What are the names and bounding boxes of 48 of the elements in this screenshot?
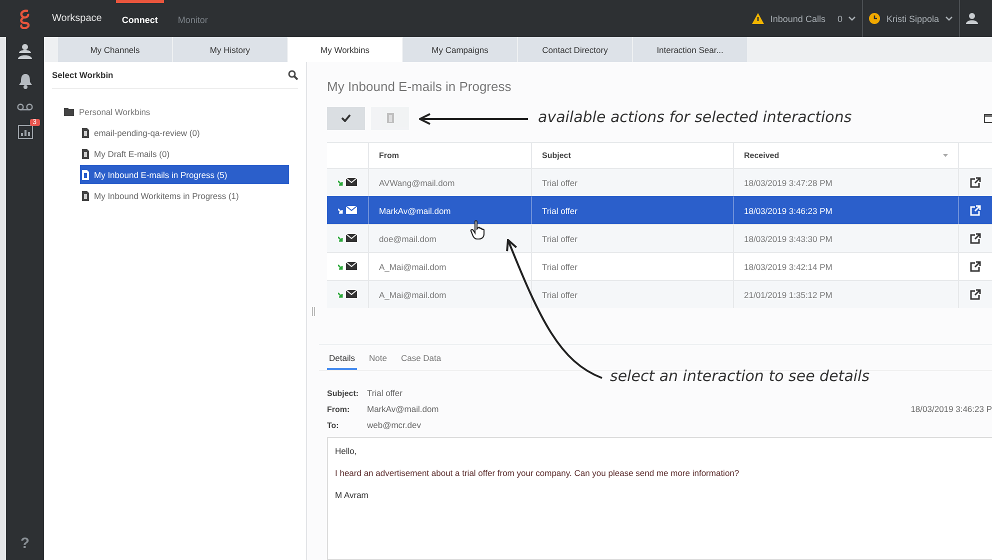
field-value: MarkAv@mail.dom [367, 404, 439, 414]
table-cell: 18/03/2019 3:46:23 PM [733, 196, 958, 224]
detail-tab[interactable]: Details [327, 349, 357, 370]
table-cell: AVWang@mail.dom [368, 168, 531, 196]
annotation-text: select an interaction to see details [610, 367, 870, 385]
table-cell: Trial offer [531, 280, 733, 308]
tab[interactable]: My Campaigns [403, 37, 518, 62]
workbin-title: My Inbound E-mails in Progress [326, 78, 512, 96]
annotation-text: available actions for selected interactions [538, 108, 852, 126]
received-date: 18/03/2019 3:46:23 P [910, 404, 992, 414]
tab[interactable]: My History [173, 37, 288, 62]
table-cell: 18/03/2019 3:43:30 PM [733, 224, 958, 252]
message-paragraph: M Avram [335, 490, 370, 500]
tab[interactable]: My Workbins [288, 37, 403, 62]
table-cell: A_Mai@mail.dom [368, 280, 531, 308]
table-cell: Trial offer [531, 196, 733, 224]
user-name: Kristi Sippola [886, 14, 939, 24]
table-cell: Trial offer [531, 252, 733, 280]
workbin-item[interactable]: My Inbound Workitems in Progress (1) [80, 186, 289, 205]
queue-label: Inbound Calls [770, 14, 826, 24]
table-cell: MarkAv@mail.dom [368, 196, 531, 224]
field-label: Subject: [327, 388, 360, 398]
detail-tab[interactable]: Case Data [398, 349, 444, 370]
detail-tab[interactable]: Note [366, 349, 389, 370]
workbin-item[interactable]: email-pending-qa-review (0) [80, 123, 289, 142]
panel-title: Select Workbin [52, 70, 114, 80]
table-cell: Trial offer [531, 224, 733, 252]
field-value: web@mcr.dev [367, 420, 421, 430]
tab[interactable]: Interaction Sear... [633, 37, 748, 62]
table-cell: 18/03/2019 3:47:28 PM [733, 168, 958, 196]
message-paragraph: Hello, [335, 446, 358, 456]
tab[interactable]: My Channels [58, 37, 173, 62]
workbin-item[interactable]: My Draft E-mails (0) [80, 144, 289, 163]
workbin-item[interactable]: My Inbound E-mails in Progress (5) [80, 165, 289, 184]
queue-count: 0 [837, 14, 842, 24]
field-value: Trial offer [367, 388, 402, 398]
table-cell: A_Mai@mail.dom [368, 252, 531, 280]
table-cell: Trial offer [531, 168, 733, 196]
field-label: To: [327, 420, 340, 430]
app-title: Workspace [52, 13, 102, 24]
folder-label: Personal Workbins [79, 106, 150, 116]
table-cell: 18/03/2019 3:42:14 PM [733, 252, 958, 280]
table-cell: 21/01/2019 1:35:12 PM [733, 280, 958, 308]
field-label: From: [327, 404, 351, 414]
help-icon[interactable]: ? [20, 535, 30, 552]
message-paragraph: I heard an advertisement about a trial offer from your company. Can you please send me more information? [335, 468, 740, 478]
table-cell: doe@mail.dom [368, 224, 531, 252]
tab[interactable]: Contact Directory [518, 37, 633, 62]
